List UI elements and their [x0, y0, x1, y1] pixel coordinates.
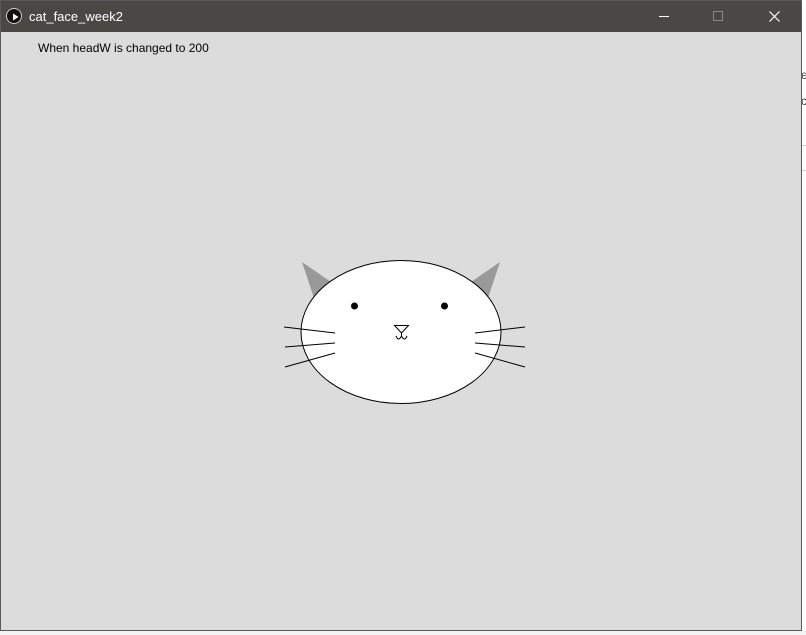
title-bar[interactable]: cat_face_week2 — [1, 1, 801, 32]
left-eye — [351, 302, 358, 310]
minimize-button[interactable] — [641, 1, 687, 32]
maximize-button[interactable] — [695, 1, 741, 32]
window-title: cat_face_week2 — [29, 9, 123, 24]
close-icon — [769, 11, 780, 22]
cat-face-drawing — [283, 260, 526, 404]
right-eye — [441, 302, 448, 310]
maximize-icon — [713, 11, 723, 21]
desktop-strip — [0, 631, 806, 635]
background-window-divider — [802, 145, 806, 146]
background-window-divider — [802, 170, 806, 171]
sketch-window: cat_face_week2 When headW is changed to … — [0, 0, 802, 631]
close-button[interactable] — [751, 1, 797, 32]
sketch-canvas[interactable]: When headW is changed to 200 — [1, 32, 801, 630]
minimize-icon — [659, 16, 669, 17]
processing-play-icon[interactable] — [6, 8, 22, 24]
